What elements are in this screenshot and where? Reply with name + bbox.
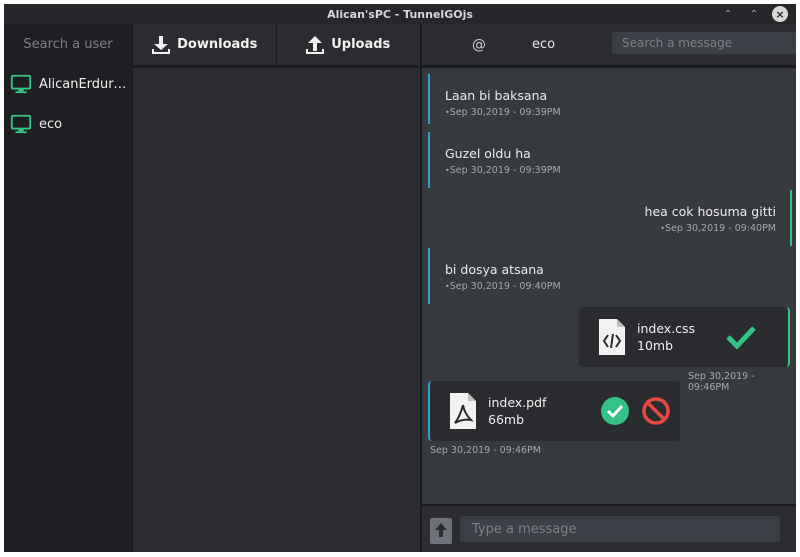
chat-header: @ eco bbox=[422, 24, 796, 68]
chat-user-name: eco bbox=[532, 37, 556, 52]
window-title: Alican'sPC - TunnelGOjs bbox=[327, 7, 473, 21]
code-file-icon bbox=[599, 319, 625, 355]
title-bar: Alican'sPC - TunnelGOjs ⌃ ⌃ × bbox=[4, 4, 796, 24]
transfer-tabs: Downloads Uploads bbox=[133, 24, 419, 68]
file-info: index.css 10mb bbox=[637, 321, 695, 353]
message-incoming: Laan bi baksana Sep 30,2019 - 09:39PM bbox=[428, 74, 561, 124]
accept-button[interactable] bbox=[601, 397, 629, 425]
file-size: 10mb bbox=[637, 338, 674, 353]
user-name: AlicanErdurm.. bbox=[39, 76, 131, 92]
message-time: Sep 30,2019 - 09:39PM bbox=[445, 107, 561, 118]
message-incoming: bi dosya atsana Sep 30,2019 - 09:40PM bbox=[428, 248, 561, 304]
upload-icon bbox=[306, 35, 325, 54]
pdf-file-icon bbox=[450, 393, 476, 429]
file-time: Sep 30,2019 - 09:46PM bbox=[688, 371, 755, 393]
tab-label: Downloads bbox=[177, 37, 258, 52]
at-icon: @ bbox=[472, 36, 486, 53]
reject-button[interactable] bbox=[642, 397, 670, 425]
checkmark-icon bbox=[726, 326, 756, 350]
transfers-panel: Downloads Uploads bbox=[132, 24, 419, 552]
file-name: index.css bbox=[637, 321, 696, 336]
message-incoming: Guzel oldu ha Sep 30,2019 - 09:39PM bbox=[428, 132, 561, 188]
user-item-alican[interactable]: AlicanErdurm.. bbox=[4, 64, 132, 104]
message-search-input[interactable] bbox=[612, 32, 796, 54]
message-time: Sep 30,2019 - 09:40PM bbox=[445, 281, 561, 292]
file-info: index.pdf 66mb bbox=[488, 395, 546, 427]
users-panel: AlicanErdurm.. eco bbox=[4, 24, 132, 552]
message-outgoing: hea cok hosuma gitti Sep 30,2019 - 09:40… bbox=[645, 190, 792, 246]
user-item-eco[interactable]: eco bbox=[4, 104, 132, 144]
message-text: hea cok hosuma gitti bbox=[644, 204, 776, 219]
monitor-icon bbox=[10, 74, 32, 94]
message-list: Laan bi baksana Sep 30,2019 - 09:39PM Gu… bbox=[422, 68, 796, 504]
file-time: Sep 30,2019 - 09:46PM bbox=[430, 445, 541, 456]
maximize-icon[interactable]: ⌃ bbox=[746, 6, 762, 22]
download-icon bbox=[152, 35, 171, 54]
app-window: Alican'sPC - TunnelGOjs ⌃ ⌃ × AlicanErdu… bbox=[4, 4, 796, 552]
message-text: Laan bi baksana bbox=[445, 88, 548, 103]
minimize-icon[interactable]: ⌃ bbox=[720, 6, 736, 22]
tab-uploads[interactable]: Uploads bbox=[275, 24, 420, 65]
user-search bbox=[4, 24, 132, 64]
monitor-icon bbox=[10, 114, 32, 134]
window-controls: ⌃ ⌃ × bbox=[720, 6, 788, 22]
message-time: Sep 30,2019 - 09:40PM bbox=[645, 223, 776, 234]
message-input[interactable] bbox=[460, 516, 780, 542]
message-composer bbox=[422, 504, 796, 552]
user-name: eco bbox=[39, 116, 63, 132]
message-time: Sep 30,2019 - 09:39PM bbox=[445, 165, 561, 176]
user-search-input[interactable] bbox=[13, 36, 123, 52]
close-icon[interactable]: × bbox=[772, 6, 788, 22]
main-area: AlicanErdurm.. eco bbox=[4, 24, 796, 552]
tab-downloads[interactable]: Downloads bbox=[133, 24, 276, 65]
file-size: 66mb bbox=[488, 412, 525, 427]
tab-label: Uploads bbox=[331, 37, 391, 52]
file-message-incoming: index.pdf 66mb bbox=[428, 381, 680, 441]
message-text: Guzel oldu ha bbox=[445, 146, 531, 161]
file-name: index.pdf bbox=[488, 395, 547, 410]
message-text: bi dosya atsana bbox=[445, 262, 544, 277]
file-upload-button[interactable] bbox=[430, 518, 452, 544]
chat-panel: @ eco Laan bi baksana Sep 30,2019 - 09:3… bbox=[420, 24, 796, 552]
file-message-outgoing: index.css 10mb bbox=[579, 307, 790, 367]
